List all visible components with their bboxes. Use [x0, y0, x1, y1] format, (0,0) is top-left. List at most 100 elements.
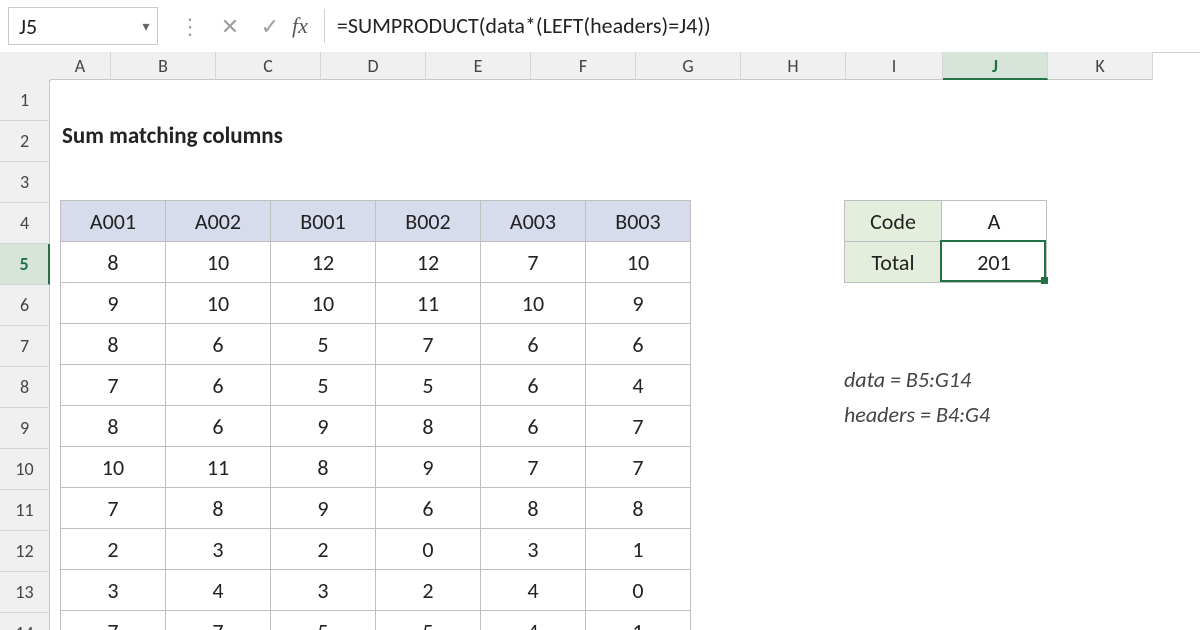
- table-cell[interactable]: 8: [61, 406, 166, 447]
- table-cell[interactable]: 6: [166, 324, 271, 365]
- table-cell[interactable]: 7: [61, 488, 166, 529]
- table-cell[interactable]: 10: [61, 447, 166, 488]
- row-header-7[interactable]: 7: [0, 326, 50, 367]
- row-header-8[interactable]: 8: [0, 367, 50, 408]
- table-cell[interactable]: 11: [166, 447, 271, 488]
- row-header-2[interactable]: 2: [0, 121, 50, 162]
- table-cell[interactable]: 8: [166, 488, 271, 529]
- table-cell[interactable]: 0: [586, 570, 691, 611]
- table-cell[interactable]: 6: [376, 488, 481, 529]
- row-header-11[interactable]: 11: [0, 490, 50, 531]
- table-cell[interactable]: 10: [586, 242, 691, 283]
- table-cell[interactable]: 7: [586, 406, 691, 447]
- table-cell[interactable]: 4: [586, 365, 691, 406]
- table-cell[interactable]: 2: [376, 570, 481, 611]
- table-header[interactable]: B003: [586, 201, 691, 242]
- table-cell[interactable]: 4: [481, 570, 586, 611]
- table-cell[interactable]: 7: [586, 447, 691, 488]
- table-cell[interactable]: 7: [376, 324, 481, 365]
- table-cell[interactable]: 10: [166, 283, 271, 324]
- table-cell[interactable]: 6: [481, 365, 586, 406]
- fx-icon[interactable]: fx: [292, 13, 308, 39]
- name-box-dropdown-icon[interactable]: ▾: [135, 18, 157, 35]
- table-header[interactable]: B001: [271, 201, 376, 242]
- table-cell[interactable]: 2: [61, 529, 166, 570]
- table-cell[interactable]: 10: [166, 242, 271, 283]
- row-header-1[interactable]: 1: [0, 80, 50, 121]
- table-cell[interactable]: 5: [271, 611, 376, 630]
- row-header-14[interactable]: 14: [0, 613, 50, 630]
- table-cell[interactable]: 11: [376, 283, 481, 324]
- table-cell[interactable]: 4: [166, 570, 271, 611]
- table-cell[interactable]: 7: [481, 447, 586, 488]
- total-value[interactable]: 201: [942, 242, 1047, 283]
- enter-formula-icon[interactable]: ✓: [250, 13, 290, 40]
- col-header-F[interactable]: F: [531, 52, 636, 80]
- cancel-formula-icon[interactable]: ✕: [210, 13, 250, 40]
- row-header-12[interactable]: 12: [0, 531, 50, 572]
- table-cell[interactable]: 6: [481, 324, 586, 365]
- table-cell[interactable]: 12: [376, 242, 481, 283]
- table-cell[interactable]: 3: [166, 529, 271, 570]
- table-cell[interactable]: 12: [271, 242, 376, 283]
- col-header-J[interactable]: J: [943, 52, 1048, 80]
- table-cell[interactable]: 6: [166, 365, 271, 406]
- table-cell[interactable]: 9: [586, 283, 691, 324]
- table-cell[interactable]: 5: [271, 324, 376, 365]
- table-cell[interactable]: 8: [61, 324, 166, 365]
- row-header-9[interactable]: 9: [0, 408, 50, 449]
- table-header[interactable]: A003: [481, 201, 586, 242]
- table-cell[interactable]: 0: [376, 529, 481, 570]
- spreadsheet-grid[interactable]: ABCDEFGHIJK 1234567891011121314 Sum matc…: [0, 52, 1200, 630]
- table-cell[interactable]: 3: [481, 529, 586, 570]
- col-header-A[interactable]: A: [50, 52, 111, 80]
- table-cell[interactable]: 6: [586, 324, 691, 365]
- table-cell[interactable]: 9: [271, 488, 376, 529]
- table-header[interactable]: B002: [376, 201, 481, 242]
- col-header-K[interactable]: K: [1048, 52, 1153, 80]
- col-header-B[interactable]: B: [111, 52, 216, 80]
- table-cell[interactable]: 10: [271, 283, 376, 324]
- row-header-6[interactable]: 6: [0, 285, 50, 326]
- row-header-10[interactable]: 10: [0, 449, 50, 490]
- table-header[interactable]: A002: [166, 201, 271, 242]
- table-cell[interactable]: 10: [481, 283, 586, 324]
- table-cell[interactable]: 8: [61, 242, 166, 283]
- table-cell[interactable]: 7: [166, 611, 271, 630]
- row-header-5[interactable]: 5: [0, 244, 50, 285]
- col-header-H[interactable]: H: [741, 52, 846, 80]
- row-header-3[interactable]: 3: [0, 162, 50, 203]
- table-cell[interactable]: 7: [481, 242, 586, 283]
- col-header-E[interactable]: E: [426, 52, 531, 80]
- col-header-G[interactable]: G: [636, 52, 741, 80]
- table-cell[interactable]: 3: [271, 570, 376, 611]
- col-header-C[interactable]: C: [216, 52, 321, 80]
- table-cell[interactable]: 2: [271, 529, 376, 570]
- table-cell[interactable]: 8: [481, 488, 586, 529]
- table-cell[interactable]: 5: [376, 611, 481, 630]
- table-cell[interactable]: 5: [376, 365, 481, 406]
- formula-dots-icon[interactable]: ⋮: [170, 13, 210, 40]
- table-cell[interactable]: 8: [586, 488, 691, 529]
- col-header-D[interactable]: D: [321, 52, 426, 80]
- row-header-4[interactable]: 4: [0, 203, 50, 244]
- col-header-I[interactable]: I: [846, 52, 943, 80]
- table-cell[interactable]: 7: [61, 611, 166, 630]
- table-cell[interactable]: 9: [61, 283, 166, 324]
- table-cell[interactable]: 9: [376, 447, 481, 488]
- code-value[interactable]: A: [942, 201, 1047, 242]
- select-all-corner[interactable]: [0, 52, 51, 81]
- table-cell[interactable]: 8: [376, 406, 481, 447]
- table-cell[interactable]: 6: [481, 406, 586, 447]
- table-cell[interactable]: 4: [481, 611, 586, 630]
- table-cell[interactable]: 7: [61, 365, 166, 406]
- table-cell[interactable]: 8: [271, 447, 376, 488]
- table-cell[interactable]: 1: [586, 611, 691, 630]
- row-header-13[interactable]: 13: [0, 572, 50, 613]
- table-cell[interactable]: 3: [61, 570, 166, 611]
- formula-input[interactable]: =SUMPRODUCT(data*(LEFT(headers)=J4)): [331, 8, 1192, 44]
- table-header[interactable]: A001: [61, 201, 166, 242]
- table-cell[interactable]: 5: [271, 365, 376, 406]
- name-box[interactable]: J5 ▾: [8, 7, 158, 45]
- table-cell[interactable]: 1: [586, 529, 691, 570]
